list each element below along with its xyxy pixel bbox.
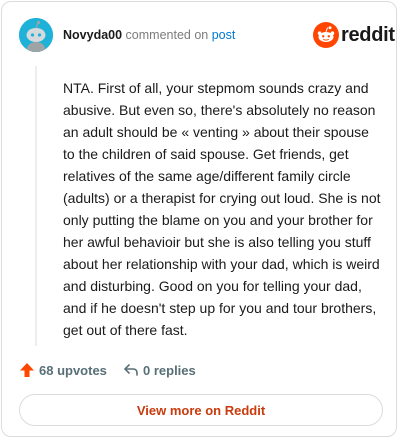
comment-body: NTA. First of all, your stepmom sounds c… (63, 80, 381, 338)
comment-embed-card: Novyda00 commented on post reddit NTA. F… (1, 1, 397, 437)
comment-actions: 68 upvotes 0 replies (19, 360, 379, 380)
upvote-arrow-icon (20, 363, 34, 377)
reddit-logo[interactable]: reddit (313, 22, 395, 48)
comment-header: Novyda00 commented on post reddit (2, 2, 396, 66)
post-link[interactable]: post (212, 28, 236, 42)
upvote-button[interactable]: 68 upvotes (19, 360, 107, 380)
reply-button[interactable]: 0 replies (123, 360, 196, 380)
reddit-wordmark: reddit (341, 24, 395, 46)
view-more-button[interactable]: View more on Reddit (19, 394, 383, 426)
comment-byline: Novyda00 commented on post (63, 28, 235, 42)
upvote-count: 68 upvotes (39, 362, 107, 378)
reply-arrow-icon (124, 364, 138, 376)
commented-on-text: commented on (125, 28, 209, 42)
snoo-avatar-icon (19, 18, 53, 52)
user-avatar[interactable] (19, 18, 53, 52)
thread-line (35, 66, 37, 346)
username-link[interactable]: Novyda00 (63, 28, 122, 42)
reddit-snoo-icon (313, 22, 339, 48)
reply-count: 0 replies (143, 362, 196, 378)
